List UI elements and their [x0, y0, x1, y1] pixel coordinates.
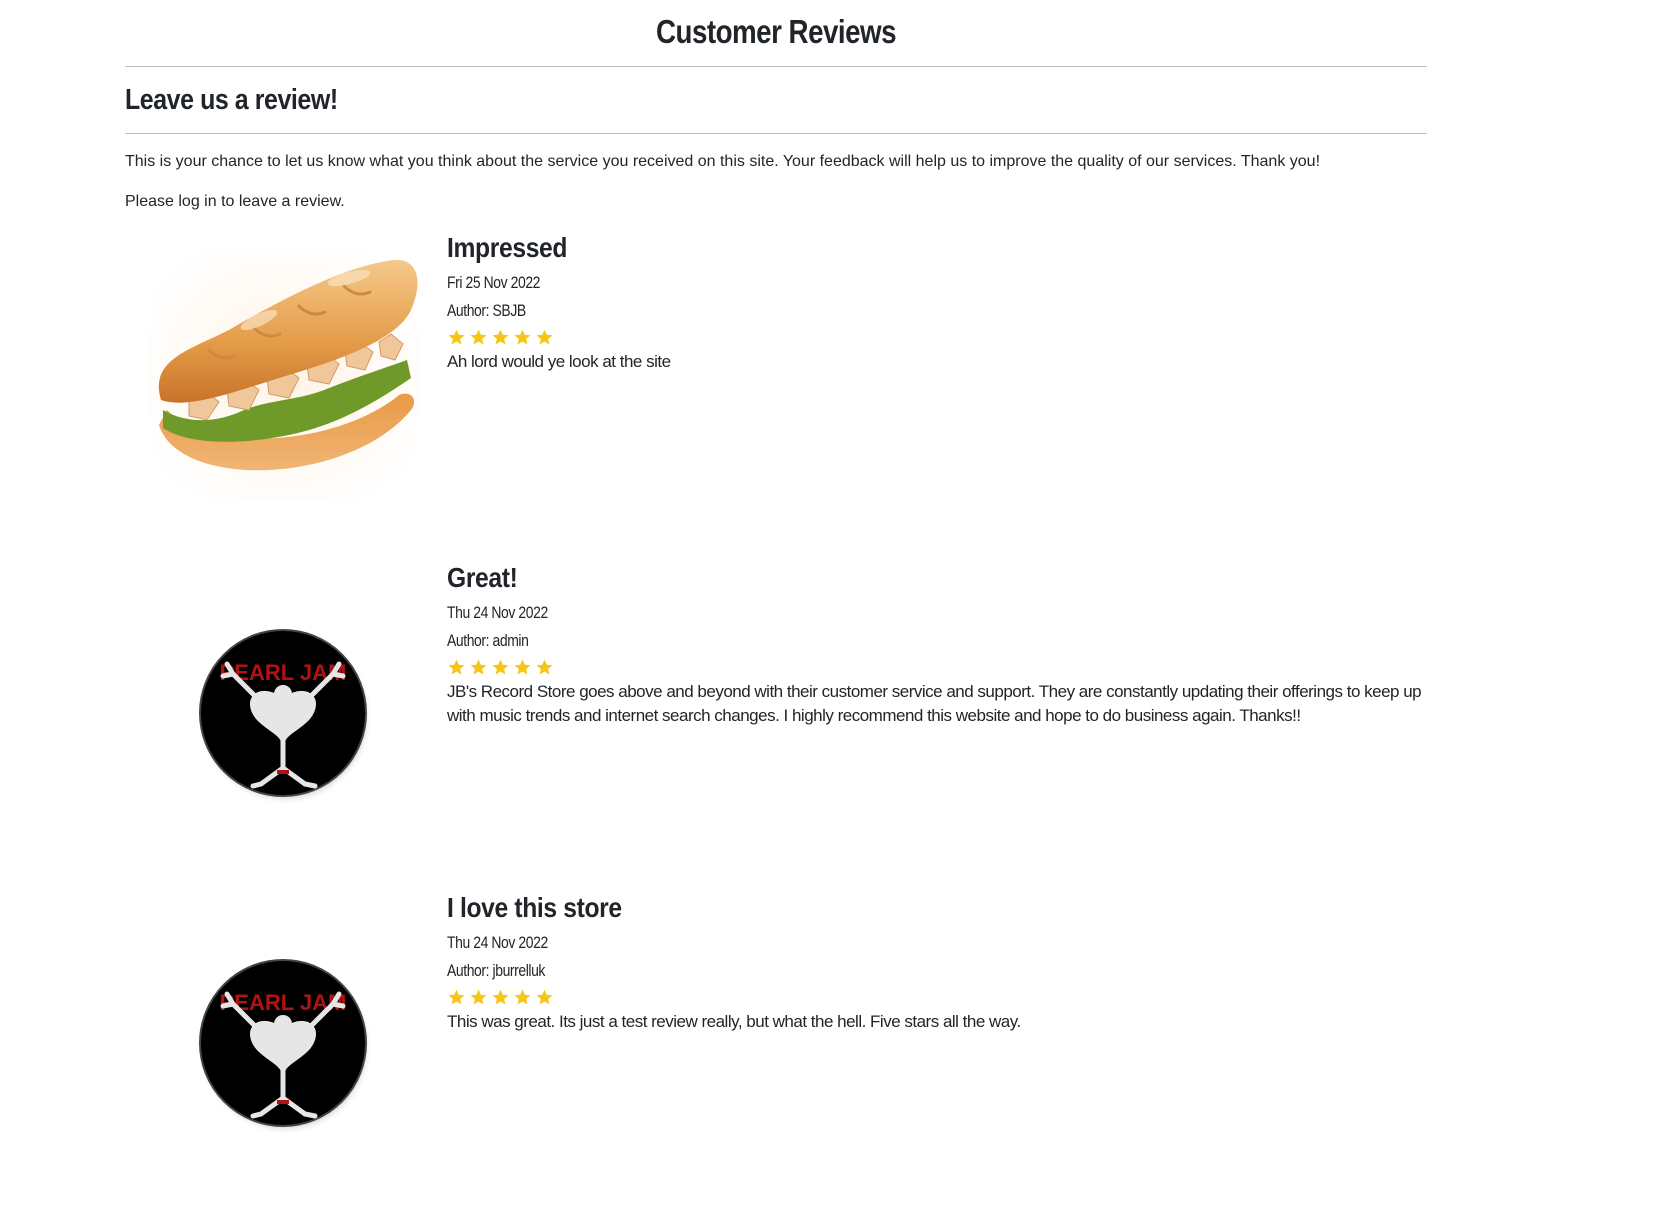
- star-icon: [514, 989, 531, 1005]
- star-icon: [492, 659, 509, 675]
- pearl-jam-badge-image: PEARL JAM: [149, 580, 419, 830]
- section-divider: [125, 133, 1427, 134]
- review-date: Thu 24 Nov 2022: [447, 603, 548, 622]
- star-icon: [470, 329, 487, 345]
- review-content: I love this store Thu 24 Nov 2022 Author…: [447, 890, 1427, 1034]
- review-body: This was great. Its just a test review r…: [447, 1012, 1021, 1031]
- intro-text: This is your chance to let us know what …: [125, 153, 1321, 170]
- review-title: Great!: [447, 562, 518, 593]
- reviews-page: Customer Reviews Leave us a review! This…: [125, 0, 1427, 1135]
- review-author: Author: admin: [447, 631, 529, 650]
- review-card: Impressed Fri 25 Nov 2022 Author: SBJB A…: [125, 230, 1427, 550]
- review-author: Author: jburrelluk: [447, 961, 546, 980]
- star-icon: [448, 329, 465, 345]
- review-author: Author: SBJB: [447, 301, 526, 320]
- star-icon: [492, 329, 509, 345]
- star-rating: [447, 658, 1427, 680]
- review-date: Fri 25 Nov 2022: [447, 273, 541, 292]
- star-icon: [492, 989, 509, 1005]
- title-divider: [125, 66, 1427, 67]
- review-title: Impressed: [447, 232, 568, 263]
- star-icon: [470, 989, 487, 1005]
- star-icon: [536, 989, 553, 1005]
- page-title: Customer Reviews: [656, 13, 896, 50]
- review-title: I love this store: [447, 892, 622, 923]
- review-body: Ah lord would ye look at the site: [447, 352, 671, 371]
- star-icon: [536, 329, 553, 345]
- star-icon: [448, 659, 465, 675]
- review-body: JB's Record Store goes above and beyond …: [447, 682, 1422, 725]
- star-icon: [448, 989, 465, 1005]
- sandwich-image: [149, 250, 419, 500]
- review-date: Thu 24 Nov 2022: [447, 933, 548, 952]
- review-content: Impressed Fri 25 Nov 2022 Author: SBJB A…: [447, 230, 1427, 374]
- star-icon: [514, 659, 531, 675]
- review-card: PEARL JAM Great! Thu 24 Nov 2022 Author:…: [125, 560, 1427, 880]
- star-icon: [514, 329, 531, 345]
- review-card: PEARL JAM I love this store Thu 24 Nov 2…: [125, 890, 1427, 1210]
- review-content: Great! Thu 24 Nov 2022 Author: admin JB'…: [447, 560, 1427, 728]
- star-icon: [536, 659, 553, 675]
- leave-review-heading: Leave us a review!: [125, 84, 338, 116]
- star-rating: [447, 328, 1427, 350]
- star-icon: [470, 659, 487, 675]
- login-prompt: Please log in to leave a review.: [125, 193, 345, 210]
- pearl-jam-badge-image: PEARL JAM: [149, 910, 419, 1160]
- star-rating: [447, 988, 1427, 1010]
